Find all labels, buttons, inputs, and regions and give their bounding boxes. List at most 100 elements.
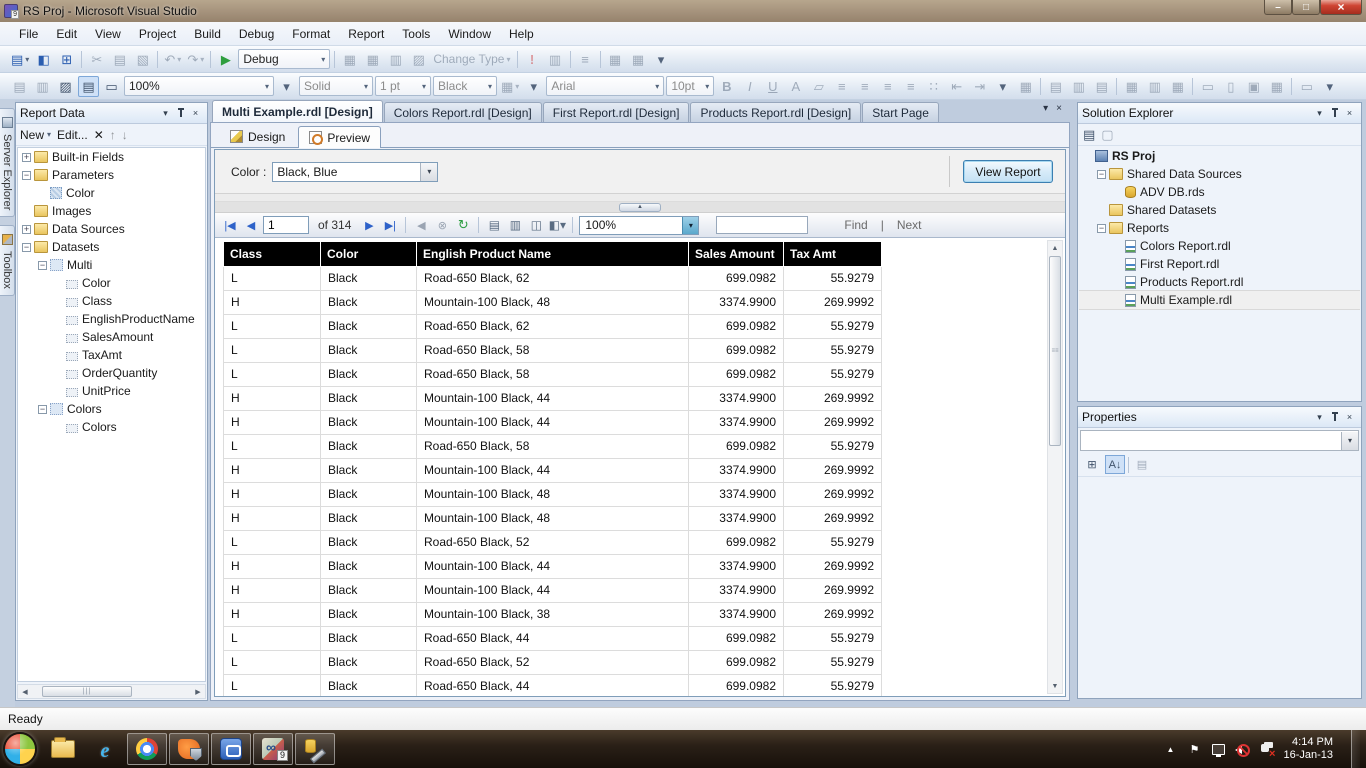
last-page-button[interactable]: ▶| — [381, 216, 399, 235]
align-centers-button[interactable]: ▥ — [1068, 76, 1089, 97]
document-tab[interactable]: Multi Example.rdl [Design] — [212, 100, 383, 122]
verify-sql-button[interactable]: ! — [522, 49, 543, 70]
scroll-left-button[interactable]: ◀ — [18, 685, 32, 698]
pin-button[interactable] — [1327, 106, 1342, 120]
border-color-combo[interactable]: Black ▾ — [433, 76, 497, 96]
add-table-button[interactable]: ▦ — [605, 49, 626, 70]
sep[interactable] — [210, 51, 211, 68]
expand-toggle[interactable]: − — [38, 405, 47, 414]
toolbar-overflow-button[interactable]: ▾ — [276, 76, 297, 97]
export-button[interactable]: ◧ ▾ — [548, 216, 566, 235]
expand-toggle[interactable]: − — [22, 171, 31, 180]
menu-item[interactable]: Debug — [230, 24, 283, 44]
redo-button[interactable]: ↷ ▾ — [185, 49, 206, 70]
tree-item[interactable]: + Built-in Fields — [18, 148, 205, 166]
document-tab[interactable]: Colors Report.rdl [Design] — [384, 102, 542, 122]
increase-indent-button[interactable]: ⇥ — [969, 76, 990, 97]
tree-item[interactable]: Colors Report.rdl — [1079, 237, 1360, 255]
underline-button[interactable]: U — [762, 76, 783, 97]
combo-arrow-icon[interactable]: ▾ — [682, 217, 698, 234]
menu-item[interactable]: Report — [339, 24, 393, 44]
align-rights-button[interactable]: ▤ — [1091, 76, 1112, 97]
ruler-toggle-button[interactable]: ▭ — [101, 76, 122, 97]
align-lefts-button[interactable]: ▤ — [1045, 76, 1066, 97]
border-style-combo[interactable]: Solid ▾ — [299, 76, 373, 96]
align-bottoms-button[interactable]: ▦ — [1167, 76, 1188, 97]
window-position-button[interactable]: ▾ — [1312, 410, 1327, 424]
close-document-button[interactable]: × — [1056, 103, 1062, 114]
categorized-button[interactable]: ⊞ — [1082, 455, 1102, 474]
report-data-toggle-button[interactable]: ▤ — [78, 76, 99, 97]
cut-button[interactable]: ✂ — [86, 49, 107, 70]
print-layout-button[interactable]: ▥ — [506, 216, 524, 235]
close-panel-button[interactable]: × — [188, 106, 203, 120]
back-button[interactable]: ◀ — [412, 216, 430, 235]
menu-item[interactable]: Format — [283, 24, 339, 44]
close-panel-button[interactable]: × — [1342, 106, 1357, 120]
tree-item[interactable]: Color — [18, 274, 205, 292]
decrease-indent-button[interactable]: ⇤ — [946, 76, 967, 97]
page-number-input[interactable] — [263, 216, 309, 234]
tree-item[interactable]: SalesAmount — [18, 328, 205, 346]
tree-item[interactable]: − Colors — [18, 400, 205, 418]
align-center-button[interactable]: ≡ — [854, 76, 875, 97]
horizontal-scrollbar[interactable]: ◀ ||| ▶ — [17, 684, 206, 699]
combo-arrow-icon[interactable]: ▾ — [1341, 432, 1358, 450]
tree-item[interactable]: Class — [18, 292, 205, 310]
scroll-up-button[interactable]: ▲ — [1049, 242, 1061, 254]
security-app-icon[interactable] — [169, 733, 209, 765]
view-report-button[interactable]: View Report — [963, 160, 1053, 183]
active-files-dropdown-button[interactable]: ▾ — [1043, 103, 1048, 114]
same-height-button[interactable]: ▯ — [1220, 76, 1241, 97]
pin-button[interactable] — [173, 106, 188, 120]
new-item-button[interactable]: ▤ ▾ — [9, 49, 31, 70]
volume-muted-icon[interactable] — [1235, 742, 1249, 756]
menu-item[interactable]: View — [86, 24, 130, 44]
menu-item[interactable]: File — [10, 24, 47, 44]
lync-icon[interactable] — [211, 733, 251, 765]
show-desktop-button[interactable] — [1351, 730, 1360, 768]
execute-sql-button[interactable]: ▥ — [545, 49, 566, 70]
expand-toggle[interactable]: − — [38, 261, 47, 270]
save-button[interactable]: ◧ — [33, 49, 54, 70]
find-text-input[interactable] — [716, 216, 808, 234]
visual-studio-icon[interactable]: 9 — [253, 733, 293, 765]
explorer-icon[interactable] — [43, 733, 83, 765]
tree-item[interactable]: EnglishProductName — [18, 310, 205, 328]
stop-button[interactable]: ⊗ — [433, 216, 451, 235]
italic-button[interactable]: I — [739, 76, 760, 97]
show-hidden-icons-button[interactable]: ▲ — [1163, 742, 1177, 756]
show-sql-pane-button[interactable]: ▥ — [385, 49, 406, 70]
tree-item[interactable]: Colors — [18, 418, 205, 436]
toolbox-icon[interactable]: Toolbox — [0, 225, 15, 296]
tree-item[interactable]: Color — [18, 184, 205, 202]
sep[interactable] — [81, 51, 82, 68]
tree-item[interactable]: − Shared Data Sources — [1079, 165, 1360, 183]
alphabetical-button[interactable]: A↓ — [1105, 455, 1125, 474]
bullet-list-button[interactable]: ∷ — [923, 76, 944, 97]
snap-to-grid-button[interactable]: ▦ — [1015, 76, 1036, 97]
group-by-button[interactable]: ≡ — [575, 49, 596, 70]
tree-item[interactable]: ADV DB.rds — [1079, 183, 1360, 201]
paste-button[interactable]: ▧ — [132, 49, 153, 70]
same-size-button[interactable]: ▣ — [1243, 76, 1264, 97]
chrome-icon[interactable] — [127, 733, 167, 765]
tree-item[interactable]: − Parameters — [18, 166, 205, 184]
undo-button[interactable]: ↶ ▾ — [162, 49, 183, 70]
tree-item[interactable]: First Report.rdl — [1079, 255, 1360, 273]
tree-item[interactable]: − Reports — [1079, 219, 1360, 237]
border-picker-button[interactable]: ▦ ▾ — [499, 76, 521, 97]
sep[interactable] — [570, 51, 571, 68]
server-explorer-icon[interactable]: Server Explorer — [0, 108, 15, 217]
internet-explorer-icon[interactable]: e — [85, 733, 125, 765]
document-tab[interactable]: First Report.rdl [Design] — [543, 102, 690, 122]
border-width-combo[interactable]: 1 pt ▾ — [375, 76, 431, 96]
menu-item[interactable]: Tools — [393, 24, 439, 44]
sql-data-tools-icon[interactable] — [295, 733, 335, 765]
expand-toggle[interactable]: − — [22, 243, 31, 252]
show-grid-pane-button[interactable]: ▦ — [362, 49, 383, 70]
highlight-button[interactable]: ▱ — [808, 76, 829, 97]
sep[interactable] — [157, 51, 158, 68]
grid-button[interactable]: ▦ — [1266, 76, 1287, 97]
add-derived-table-button[interactable]: ▦ — [628, 49, 649, 70]
